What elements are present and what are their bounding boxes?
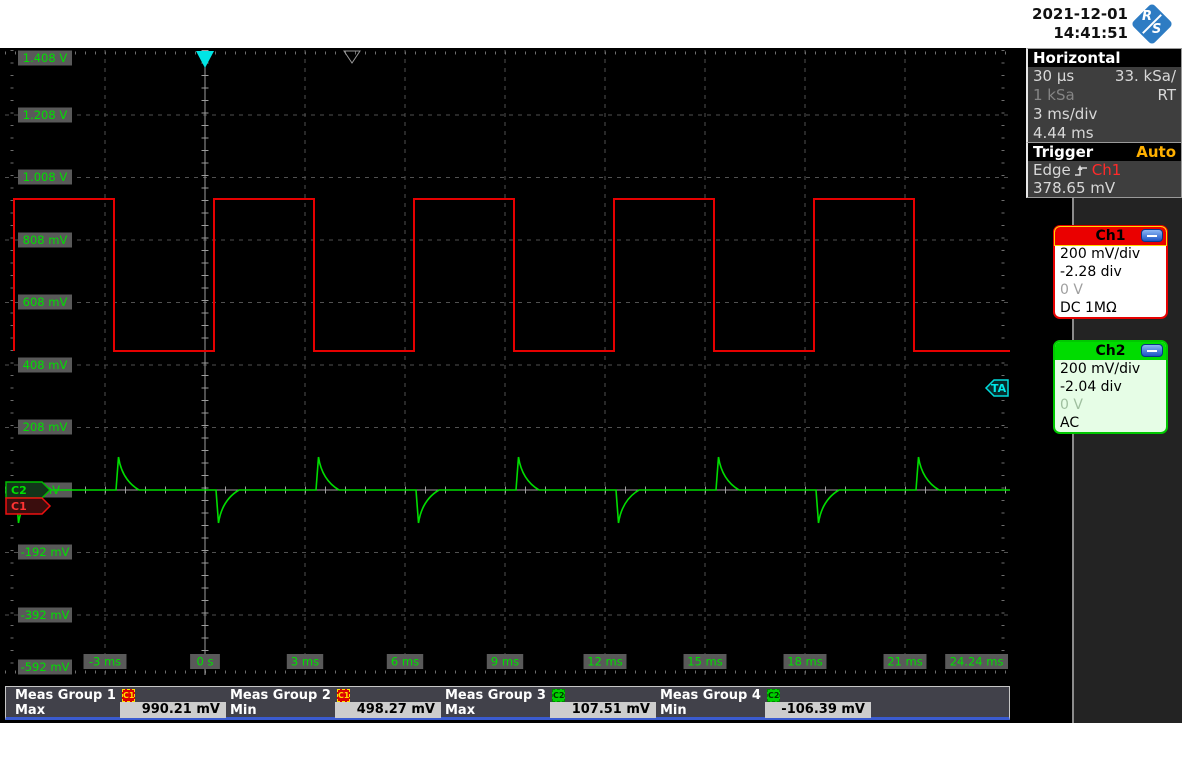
ch2-trace: [5, 457, 1010, 523]
rising-edge-icon: [1074, 164, 1089, 177]
channel1-box[interactable]: Ch1 200 mV/div -2.28 div 0 V DC 1MΩ: [1053, 225, 1168, 319]
minimize-icon: [1147, 235, 1157, 237]
trigger-row-type: Edge Ch1: [1028, 161, 1181, 179]
trigger-level-marker-label: TA: [991, 382, 1007, 395]
graticule[interactable]: 1.408 V 1.208 V 1.008 V 808 mV 608 mV 408 mV 2…: [5, 50, 1010, 675]
channel2-box[interactable]: Ch2 200 mV/div -2.04 div 0 V AC: [1053, 340, 1168, 434]
trigger-row-level: 378.65 mV: [1028, 179, 1181, 197]
time-label-text: 3 ms: [291, 655, 319, 669]
meas-stat-label: Min: [230, 703, 257, 718]
time-label-text: 21 ms: [887, 655, 922, 669]
voltage-label-text: -192 mV: [21, 545, 70, 559]
timebase-value: 3 ms/div: [1033, 105, 1097, 123]
horizontal-title: Horizontal: [1033, 49, 1121, 67]
voltage-label-text: -392 mV: [21, 608, 70, 622]
bottom-strip: [0, 723, 1182, 768]
time-label-text: 9 ms: [491, 655, 519, 669]
horizontal-row-resolution: 33. kSa/30 µs: [1028, 67, 1181, 86]
channel2-position: -2.04 div: [1055, 378, 1166, 396]
horizontal-row-timebase: 3 ms/div: [1028, 105, 1181, 124]
meas-source-icon: C1: [337, 689, 350, 702]
meas-source-icon: C1: [122, 689, 135, 702]
channel1-label: Ch1: [1096, 228, 1126, 244]
channel-offset-marker-label: C1: [11, 500, 27, 513]
channel1-coupling: DC 1MΩ: [1055, 299, 1166, 317]
horizontal-row-position: 4.44 ms: [1028, 124, 1181, 143]
meas-value: 107.51 mV: [550, 702, 656, 718]
reference-point-marker: [344, 51, 360, 63]
time-text: 14:41:51: [1053, 24, 1128, 42]
meas-group-name: Meas Group 4: [660, 688, 761, 703]
time-label-text: 24.24 ms: [950, 655, 1004, 669]
record-length-value: 1 kSa: [1033, 86, 1075, 104]
horizontal-row-record: RT 1 kSa: [1028, 86, 1181, 105]
meas-group-name: Meas Group 3: [445, 688, 546, 703]
rohde-schwarz-logo: R S: [1130, 2, 1174, 46]
meas-group-name: Meas Group 1: [15, 688, 116, 703]
trigger-type-value: Edge: [1033, 161, 1071, 179]
time-label-text: -3 ms: [89, 655, 121, 669]
meas-stat-label: Max: [15, 703, 45, 718]
channel1-scale: 200 mV/div: [1055, 245, 1166, 263]
trigger-panel-header[interactable]: Auto Trigger: [1028, 143, 1181, 161]
channel2-header[interactable]: Ch2: [1055, 342, 1166, 360]
meas-value: 990.21 mV: [120, 702, 226, 718]
channel2-offset: 0 V: [1055, 396, 1166, 414]
meas-source-icon: C2: [767, 689, 780, 702]
voltage-label-text: 1.408 V: [23, 51, 68, 65]
date-text: 2021-12-01: [1032, 5, 1128, 23]
channel1-offset: 0 V: [1055, 281, 1166, 299]
trigger-title: Trigger: [1033, 143, 1093, 161]
trigger-mode-value: Auto: [1136, 143, 1176, 161]
trigger-level-value: 378.65 mV: [1033, 179, 1115, 197]
meas-value: 498.27 mV: [335, 702, 441, 718]
trigger-panel[interactable]: Auto Trigger Edge Ch1 378.65 mV: [1026, 142, 1182, 198]
channel2-coupling: AC: [1055, 414, 1166, 432]
time-label-text: 18 ms: [787, 655, 822, 669]
datetime-display: 2021-12-0114:41:51: [1032, 5, 1128, 43]
channel2-scale: 200 mV/div: [1055, 360, 1166, 378]
voltage-label-text: 208 mV: [23, 420, 68, 434]
meas-group[interactable]: Meas Group 1 C1 Max 990.21 mV: [9, 687, 223, 719]
meas-group[interactable]: Meas Group 2 C1 Min 498.27 mV: [224, 687, 438, 719]
time-label-text: 12 ms: [587, 655, 622, 669]
time-label-text: 15 ms: [687, 655, 722, 669]
channel-offset-marker-label: C2: [11, 484, 27, 497]
title-strip: 2021-12-0114:41:51 R S: [0, 0, 1182, 48]
voltage-label-text: 408 mV: [23, 358, 68, 372]
time-label-text: 6 ms: [391, 655, 419, 669]
voltage-label-text: 608 mV: [23, 295, 68, 309]
ch1-trace: [14, 199, 1010, 351]
logo-letter-r: R: [1142, 9, 1152, 24]
channel1-minimize-button[interactable]: [1141, 229, 1163, 242]
voltage-label-text: 808 mV: [23, 233, 68, 247]
voltage-label-text: 1.208 V: [23, 108, 68, 122]
meas-group[interactable]: Meas Group 4 C2 Min -106.39 mV: [654, 687, 868, 719]
meas-group-name: Meas Group 2: [230, 688, 331, 703]
voltage-label-text: -592 mV: [21, 660, 70, 674]
horizontal-position-value: 4.44 ms: [1033, 124, 1094, 142]
time-label-text: 0 s: [197, 655, 214, 669]
trigger-source-value: Ch1: [1092, 161, 1122, 179]
meas-stat-label: Min: [660, 703, 687, 718]
meas-source-icon: C2: [552, 689, 565, 702]
minimize-icon: [1147, 350, 1157, 352]
horizontal-panel-header[interactable]: Horizontal: [1028, 49, 1181, 67]
meas-stat-label: Max: [445, 703, 475, 718]
resolution-value: 30 µs: [1033, 67, 1074, 85]
voltage-label-text: 1.008 V: [23, 170, 68, 184]
logo-letter-s: S: [1152, 22, 1161, 37]
sample-rate-value: 33. kSa/: [1115, 67, 1176, 86]
channel1-position: -2.28 div: [1055, 263, 1166, 281]
trigger-position-marker[interactable]: [196, 51, 214, 68]
channel2-label: Ch2: [1096, 343, 1126, 359]
channel2-minimize-button[interactable]: [1141, 344, 1163, 357]
channel1-header[interactable]: Ch1: [1055, 227, 1166, 245]
meas-group[interactable]: Meas Group 3 C2 Max 107.51 mV: [439, 687, 653, 719]
horizontal-panel[interactable]: Horizontal 33. kSa/30 µs RT 1 kSa 3 ms/di…: [1026, 48, 1182, 144]
measurement-bar: Meas Group 1 C1 Max 990.21 mV Meas Group 2 C1…: [5, 686, 1010, 720]
acq-mode-value: RT: [1158, 86, 1177, 105]
meas-value: -106.39 mV: [765, 702, 871, 718]
